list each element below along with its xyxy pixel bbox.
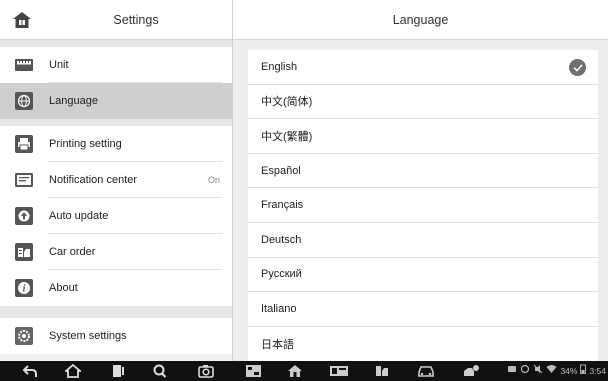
data-manager-icon[interactable] <box>460 363 482 379</box>
printer-icon <box>14 134 34 154</box>
car-icon[interactable] <box>416 363 436 379</box>
sidebar-item-label: Unit <box>49 59 69 71</box>
screenshot-icon[interactable] <box>196 363 216 379</box>
sync-icon <box>520 361 530 381</box>
checkmark-icon <box>569 59 586 76</box>
car-order-icon <box>14 242 34 262</box>
language-option-german[interactable]: Deutsch <box>248 223 598 258</box>
sidebar-item-unit[interactable]: Unit <box>0 47 232 83</box>
svg-text:i: i <box>23 284 26 295</box>
sidebar-item-auto-update[interactable]: Auto update <box>0 198 232 234</box>
search-nav-icon[interactable] <box>150 363 170 379</box>
car-shop-icon[interactable] <box>372 363 392 379</box>
sidebar-item-label: About <box>49 282 78 294</box>
language-label: Русский <box>261 268 302 281</box>
sidebar-item-label: Notification center <box>49 174 138 186</box>
language-option-chinese-simplified[interactable]: 中文(简体) <box>248 85 598 120</box>
sidebar-item-about[interactable]: i About <box>0 270 232 306</box>
sidebar-item-label: Printing setting <box>49 138 122 150</box>
battery-percent: 34% <box>560 366 578 376</box>
sidebar-item-car-order[interactable]: Car order <box>0 234 232 270</box>
language-label: 中文(繁體) <box>261 130 313 143</box>
language-label: Deutsch <box>261 233 302 246</box>
sidebar-item-label: Language <box>49 95 98 107</box>
sidebar-item-printing-setting[interactable]: Printing setting <box>0 126 232 162</box>
settings-title: Settings <box>113 13 159 27</box>
system-gear-icon <box>14 326 34 346</box>
language-panel: English 中文(简体) 中文(繁體) Español Français D… <box>233 40 608 361</box>
sidebar-item-label: System settings <box>49 330 127 342</box>
sidebar-item-label: Car order <box>49 246 96 258</box>
notification-icon <box>14 170 34 190</box>
android-navigation-bar: 34% 3:54 <box>0 361 608 381</box>
ruler-icon <box>14 55 34 75</box>
language-label: Español <box>261 164 301 177</box>
vci-icon[interactable] <box>242 363 266 379</box>
sidebar-item-system-settings[interactable]: System settings <box>0 318 232 354</box>
language-option-spanish[interactable]: Español <box>248 154 598 189</box>
notification-status: On <box>207 175 220 185</box>
language-label: English <box>261 60 298 73</box>
language-option-italian[interactable]: Italiano <box>248 292 598 327</box>
language-list: English 中文(简体) 中文(繁體) Español Français D… <box>248 50 598 361</box>
language-label: 日本語 <box>261 339 294 352</box>
language-option-chinese-traditional[interactable]: 中文(繁體) <box>248 119 598 154</box>
globe-icon <box>14 91 34 111</box>
language-label: Italiano <box>261 302 297 315</box>
language-option-russian[interactable]: Русский <box>248 258 598 293</box>
battery-icon <box>580 361 587 381</box>
language-option-japanese[interactable]: 日本語 <box>248 327 598 361</box>
maxifix-home-icon[interactable] <box>285 363 305 379</box>
info-icon: i <box>14 278 34 298</box>
home-icon[interactable] <box>6 6 38 34</box>
sidebar-item-language[interactable]: Language <box>0 83 232 119</box>
status-bar: 34% 3:54 <box>507 361 606 381</box>
sidebar-item-label: Auto update <box>49 210 109 222</box>
recent-apps-icon[interactable] <box>108 363 128 379</box>
clock: 3:54 <box>589 366 606 376</box>
update-icon <box>14 206 34 226</box>
settings-sidebar: Unit Language Printing setting Notificat… <box>0 40 232 361</box>
mute-icon <box>533 361 543 381</box>
sidebar-item-notification-center[interactable]: Notification center On <box>0 162 232 198</box>
language-title: Language <box>392 13 449 27</box>
sidebar-group-1: Unit Language <box>0 47 232 119</box>
sidebar-group-3: System settings <box>0 318 232 354</box>
sidebar-group-2: Printing setting Notification center On … <box>0 126 232 306</box>
language-option-english[interactable]: English <box>248 50 598 85</box>
home-nav-icon[interactable] <box>63 363 83 379</box>
vci-manager-icon[interactable] <box>327 363 351 379</box>
language-label: 中文(简体) <box>261 96 313 109</box>
message-icon <box>507 361 517 381</box>
wifi-icon <box>546 361 557 381</box>
back-icon[interactable] <box>20 363 40 379</box>
language-label: Français <box>261 199 304 212</box>
language-option-french[interactable]: Français <box>248 188 598 223</box>
top-bar: Settings Language <box>0 0 608 40</box>
